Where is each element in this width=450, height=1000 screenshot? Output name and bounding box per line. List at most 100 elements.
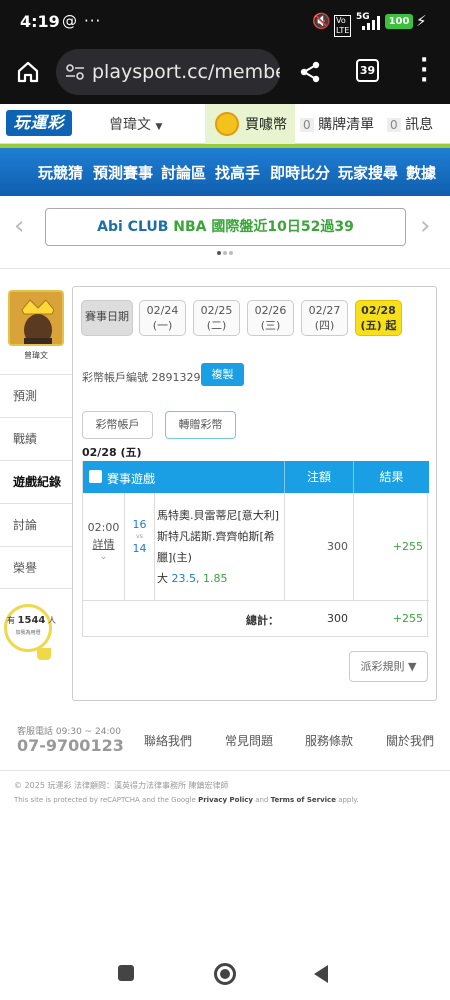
- share-icon[interactable]: [298, 60, 322, 84]
- buy-coin-button[interactable]: 買噱幣: [205, 104, 295, 144]
- nav-item[interactable]: 玩競猜: [38, 162, 83, 183]
- bulb-base-icon: [37, 648, 51, 660]
- banner-prev-icon[interactable]: ‹: [14, 211, 24, 241]
- crown-icon: [21, 299, 55, 344]
- buy-coin-label: 買噱幣: [245, 117, 287, 133]
- cart-count: 0: [300, 118, 314, 132]
- promo-banner[interactable]: Abi CLUB NBA 國際盤近10日52過39: [45, 208, 406, 246]
- date-button[interactable]: 02/27 (四): [301, 300, 348, 336]
- fans-bulb[interactable]: 有 1544 人 加我為用燈: [4, 604, 56, 652]
- fans-note: 加我為用燈: [15, 630, 41, 636]
- team-home: 斯特凡諾斯.齊齊帕斯[希臘](主): [157, 530, 275, 564]
- table-total-row: 總計： 300 +255: [83, 601, 429, 637]
- user-menu[interactable]: 曾瑋文 ▼: [109, 114, 162, 134]
- total-amount: 300: [327, 612, 348, 625]
- hotline-number[interactable]: 07-9700123: [17, 736, 124, 755]
- sidebar-item-discuss[interactable]: 討論: [0, 503, 72, 546]
- message-label: 訊息: [405, 117, 434, 133]
- home-icon[interactable]: [16, 60, 40, 84]
- row-teams-cell: 馬特奧.貝雷蒂尼[意大利] 斯特凡諾斯.齊齊帕斯[希臘](主) 大 23.5, …: [157, 505, 281, 589]
- tab-transfer-coin[interactable]: 轉贈彩幣: [165, 411, 236, 439]
- sidebar-item-predict[interactable]: 預測: [0, 374, 72, 417]
- divider: [0, 268, 450, 269]
- privacy-link[interactable]: Privacy Policy: [198, 796, 253, 804]
- col-amount: 注額: [284, 461, 353, 493]
- row-result: +255: [353, 493, 429, 601]
- more-notifications-icon: ···: [84, 12, 102, 30]
- site-settings-icon[interactable]: [66, 64, 84, 80]
- banner-next-icon[interactable]: ›: [420, 211, 430, 241]
- day-text: (三): [260, 319, 281, 332]
- system-nav-bar: [0, 955, 450, 1000]
- fans-count: 1544: [17, 615, 46, 626]
- url-text: playsport.cc/member/: [92, 61, 280, 83]
- detail-link[interactable]: 詳情: [83, 536, 124, 552]
- total-result: +255: [392, 612, 423, 625]
- recent-apps-icon[interactable]: [118, 965, 134, 981]
- date-text: 02/26: [254, 304, 287, 317]
- back-icon[interactable]: [312, 964, 330, 984]
- day-text: (四): [314, 319, 335, 332]
- sidebar-item-game-log[interactable]: 遊戲紀錄: [0, 460, 72, 503]
- team-away: 馬特奧.貝雷蒂尼[意大利]: [157, 509, 280, 522]
- home-nav-icon[interactable]: [214, 963, 236, 985]
- sidebar-username: 曾瑋文: [24, 351, 48, 360]
- score-home: 14: [132, 542, 147, 555]
- bet-pick: 大 23.5, 1.85: [157, 568, 281, 589]
- database-icon: [89, 470, 102, 483]
- game-log-panel: 賽事日期 02/24 (一) 02/25 (二) 02/26 (三) 02/27 (四)…: [72, 286, 437, 701]
- row-score-cell: 16 vs 14: [125, 493, 155, 601]
- tab-coin-account[interactable]: 彩幣帳戶: [82, 411, 153, 439]
- account-number: 彩幣帳戶編號 28913297: [82, 371, 208, 384]
- volte-icon: Vo LTE: [334, 15, 352, 37]
- footer-link-about[interactable]: 關於我們: [386, 732, 434, 749]
- row-amount: 300: [284, 493, 353, 601]
- bet-line: 23.5,: [171, 572, 200, 585]
- message-link[interactable]: 0 訊息: [387, 114, 433, 134]
- date-heading: 02/28 (五): [82, 446, 142, 459]
- banner-league: NBA: [173, 219, 207, 235]
- date-button[interactable]: 02/24 (一): [139, 300, 186, 336]
- status-bar: 4:19 @ ··· 🔇 Vo LTE 5G 100 ⚡: [0, 0, 450, 44]
- nav-item[interactable]: 預測賽事: [93, 162, 153, 183]
- row-time-cell: 02:00 詳情 ⌄: [83, 493, 125, 601]
- day-text: (五) 起: [360, 319, 397, 332]
- footer-link-contact[interactable]: 聯絡我們: [144, 732, 192, 749]
- recaptcha-notice: This site is protected by reCAPTCHA and …: [14, 796, 359, 804]
- browser-menu-icon[interactable]: · · ·: [420, 50, 428, 92]
- nav-item[interactable]: 即時比分: [270, 162, 330, 183]
- date-text: 02/25: [200, 304, 233, 317]
- tab-switcher-button[interactable]: 39: [356, 59, 379, 82]
- username: 曾瑋文: [109, 117, 151, 133]
- sidebar-item-honor[interactable]: 榮譽: [0, 546, 72, 589]
- site-logo[interactable]: 玩運彩: [6, 110, 72, 136]
- day-text: (二): [206, 319, 227, 332]
- and-text: and: [255, 796, 269, 804]
- terms-link[interactable]: Terms of Service: [271, 796, 336, 804]
- recaptcha-text: This site is protected by reCAPTCHA and …: [14, 796, 196, 804]
- message-count: 0: [387, 118, 401, 132]
- site-footer: 客服電話 09:30 ~ 24:00 07-9700123 聯絡我們 常見問題 …: [0, 718, 450, 804]
- date-button-active[interactable]: 02/28 (五) 起: [355, 300, 402, 336]
- avatar[interactable]: [8, 290, 64, 346]
- date-text: 02/27: [308, 304, 341, 317]
- sidebar-item-record[interactable]: 戰績: [0, 417, 72, 460]
- payout-rules-button[interactable]: 派彩規則 ▼: [349, 651, 428, 682]
- nav-item[interactable]: 找高手: [215, 162, 260, 183]
- coin-icon: [215, 112, 239, 136]
- copy-button[interactable]: 複製: [201, 363, 244, 386]
- cart-link[interactable]: 0 購牌清單: [300, 114, 374, 134]
- date-button[interactable]: 02/25 (二): [193, 300, 240, 336]
- game-table: 賽事遊戲 注額 結果 02:00 詳情 ⌄ 16 vs 14 馬特奧.貝雷蒂尼[…: [82, 461, 429, 637]
- url-bar[interactable]: playsport.cc/member/: [56, 49, 280, 95]
- bet-prefix: 大: [157, 572, 168, 585]
- total-label: 總計：: [246, 614, 279, 627]
- nav-item[interactable]: 玩家搜尋: [338, 162, 398, 183]
- date-button[interactable]: 02/26 (三): [247, 300, 294, 336]
- footer-link-faq[interactable]: 常見問題: [225, 732, 273, 749]
- chevron-down-icon[interactable]: ⌄: [83, 552, 124, 562]
- nav-item[interactable]: 數據: [406, 162, 436, 183]
- footer-link-terms[interactable]: 服務條款: [305, 732, 353, 749]
- nav-item[interactable]: 討論區: [161, 162, 206, 183]
- site-header: 玩運彩 曾瑋文 ▼ 買噱幣 0 購牌清單 0 訊息: [0, 104, 450, 144]
